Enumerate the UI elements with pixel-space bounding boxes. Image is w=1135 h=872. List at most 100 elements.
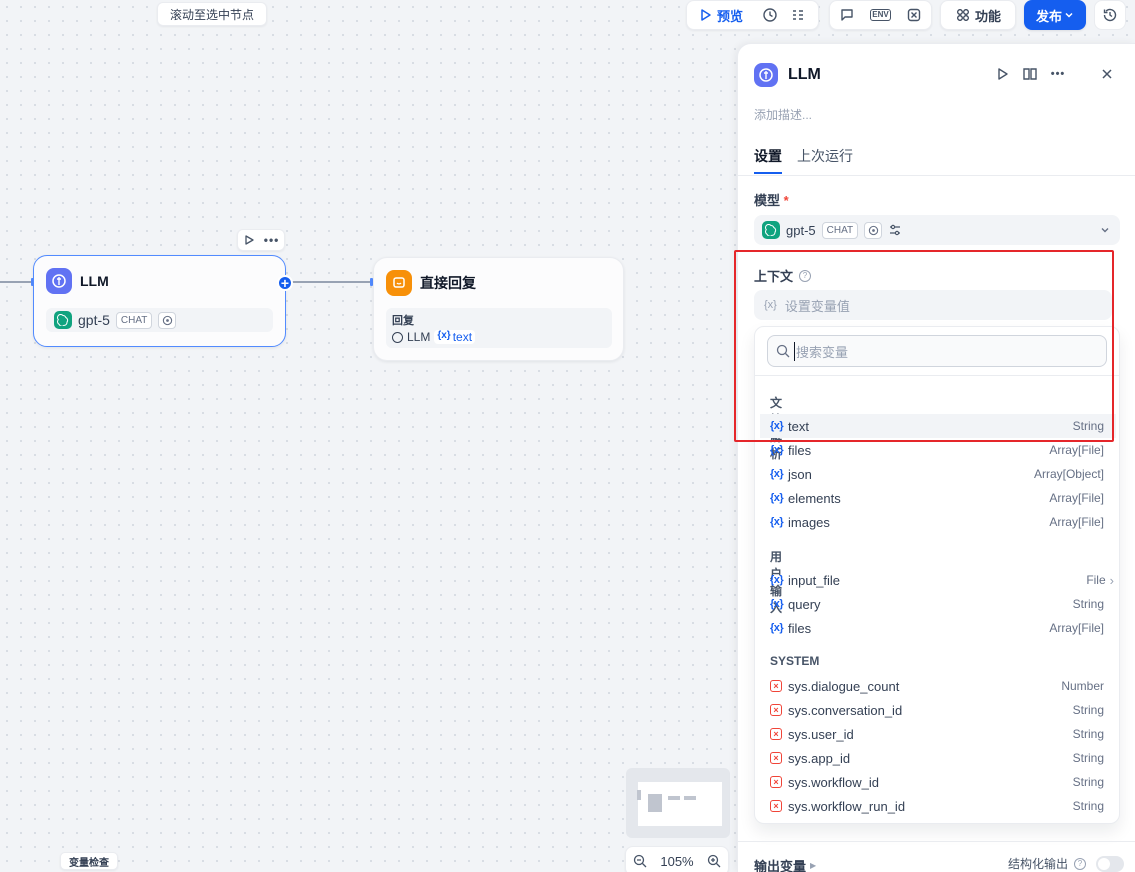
model-name: gpt-5 bbox=[786, 222, 816, 238]
llm-node-icon bbox=[46, 268, 72, 294]
variable-type: Array[File] bbox=[1049, 491, 1104, 505]
variable-item[interactable]: × sys.dialogue_count Number bbox=[760, 674, 1116, 698]
variable-item[interactable]: × sys.app_id String bbox=[760, 746, 1116, 770]
preview-button[interactable]: 预览 bbox=[691, 3, 749, 27]
variable-item[interactable]: {x} json Array[Object] bbox=[760, 462, 1116, 486]
features-button[interactable]: 功能 bbox=[940, 0, 1016, 30]
close-icon[interactable] bbox=[1096, 63, 1118, 85]
variable-name: sys.dialogue_count bbox=[788, 678, 900, 694]
description-input[interactable]: 添加描述... bbox=[754, 106, 812, 123]
minimap-node bbox=[637, 790, 641, 800]
add-next-node-icon[interactable]: + bbox=[277, 275, 293, 291]
vision-tag-icon bbox=[158, 311, 177, 329]
system-variable-icon: × bbox=[770, 752, 782, 764]
variable-type: String bbox=[1072, 775, 1104, 789]
llm-node-model-name: gpt-5 bbox=[78, 312, 110, 328]
llm-node-title: LLM bbox=[80, 273, 109, 289]
scroll-to-selected-button[interactable]: 滚动至选中节点 bbox=[157, 2, 267, 26]
model-label: 模型 bbox=[754, 193, 781, 208]
highlight-annotation bbox=[734, 250, 1114, 442]
run-step-icon[interactable] bbox=[991, 63, 1013, 85]
zoom-control: 105% bbox=[625, 846, 729, 872]
publish-label: 发布 bbox=[1035, 8, 1062, 24]
system-variable-icon: × bbox=[770, 704, 782, 716]
variable-name: sys.workflow_run_id bbox=[788, 798, 906, 814]
history-icon[interactable] bbox=[1094, 0, 1126, 30]
variable-icon: {x} bbox=[770, 622, 784, 634]
variable-name: sys.conversation_id bbox=[788, 702, 903, 718]
more-icon[interactable]: ••• bbox=[1047, 63, 1069, 85]
chat-tag: CHAT bbox=[821, 221, 859, 239]
tab-last-run[interactable]: 上次运行 bbox=[797, 146, 853, 166]
variable-item[interactable]: × sys.conversation_id String bbox=[760, 698, 1116, 722]
llm-node[interactable]: LLM gpt-5 CHAT + bbox=[33, 255, 293, 347]
answer-reply-box: 回复 LLM {x} text bbox=[386, 308, 612, 348]
output-vars-toggle[interactable]: 输出变量 ▶ bbox=[754, 856, 816, 872]
list-icon[interactable] bbox=[785, 3, 811, 27]
variable-icon: {x} bbox=[770, 468, 784, 480]
system-variable-icon: × bbox=[770, 728, 782, 740]
variable-name: json bbox=[788, 466, 812, 482]
required-mark: * bbox=[783, 193, 789, 208]
env-icon[interactable]: ENV bbox=[868, 3, 894, 27]
variable-item[interactable]: × sys.user_id String bbox=[760, 722, 1116, 746]
more-icon[interactable]: ••• bbox=[264, 233, 280, 247]
variable-item[interactable]: {x} input_file File › bbox=[760, 568, 1116, 592]
model-selector[interactable]: gpt-5 CHAT bbox=[754, 215, 1120, 245]
variable-icon: {x} bbox=[770, 598, 784, 610]
minimap-node bbox=[648, 794, 662, 812]
system-variable-icon: × bbox=[770, 680, 782, 692]
ref-var-chip: {x} text bbox=[434, 330, 476, 344]
run-node-icon[interactable] bbox=[243, 234, 255, 246]
llm-node-model: gpt-5 CHAT bbox=[46, 308, 273, 332]
variable-type: Array[Object] bbox=[1033, 467, 1104, 481]
variable-item[interactable]: {x} query String bbox=[760, 592, 1116, 616]
model-params-icon[interactable] bbox=[888, 223, 902, 237]
zoom-out-icon[interactable] bbox=[633, 854, 647, 868]
vision-tag-icon bbox=[864, 221, 883, 239]
variable-inspect-label: 变量检查 bbox=[69, 857, 109, 869]
chat-variable-icon[interactable] bbox=[834, 3, 860, 27]
global-variable-icon[interactable] bbox=[901, 3, 927, 27]
structured-output-label: 结构化输出 bbox=[1008, 857, 1069, 871]
variable-name: images bbox=[788, 514, 830, 530]
variable-item[interactable]: {x} files Array[File] bbox=[760, 616, 1116, 640]
system-variable-icon: × bbox=[770, 776, 782, 788]
structured-output-switch[interactable] bbox=[1096, 855, 1125, 872]
variable-inspect-button[interactable]: 变量检查 bbox=[60, 852, 118, 870]
minimap-node bbox=[668, 796, 680, 800]
ref-node-name: LLM bbox=[407, 330, 431, 344]
variable-name: input_file bbox=[788, 572, 841, 588]
variable-item[interactable]: {x} images Array[File] bbox=[760, 510, 1116, 534]
answer-node[interactable]: 直接回复 回复 LLM {x} text bbox=[373, 257, 624, 361]
variable-group-title: SYSTEM bbox=[770, 654, 820, 668]
variable-type: Array[File] bbox=[1049, 515, 1104, 529]
ref-var-name: text bbox=[452, 330, 473, 344]
zoom-in-icon[interactable] bbox=[707, 854, 721, 868]
chevron-down-icon bbox=[1065, 12, 1073, 18]
variable-item[interactable]: × sys.workflow_run_id String bbox=[760, 794, 1116, 818]
help-book-icon[interactable] bbox=[1019, 63, 1041, 85]
checklist-icon[interactable] bbox=[757, 3, 783, 27]
minimap[interactable] bbox=[626, 768, 730, 838]
scroll-to-selected-label: 滚动至选中节点 bbox=[169, 7, 254, 22]
variable-item[interactable]: × sys.workflow_id String bbox=[760, 770, 1116, 794]
variable-type: Number bbox=[1061, 679, 1104, 693]
variable-icon: {x} bbox=[437, 330, 451, 341]
publish-button[interactable]: 发布 bbox=[1024, 0, 1086, 30]
features-icon bbox=[957, 9, 969, 21]
help-icon[interactable]: ? bbox=[1074, 857, 1087, 870]
variable-name: elements bbox=[788, 490, 841, 506]
zoom-level[interactable]: 105% bbox=[660, 854, 693, 869]
variable-icon: {x} bbox=[770, 574, 784, 586]
variable-name: files bbox=[788, 620, 812, 636]
reply-label: 回复 bbox=[392, 315, 414, 327]
variable-icon: {x} bbox=[770, 444, 784, 456]
answer-node-icon bbox=[386, 270, 412, 296]
tab-settings[interactable]: 设置 bbox=[754, 146, 782, 174]
variable-item[interactable]: {x} elements Array[File] bbox=[760, 486, 1116, 510]
variable-type: Array[File] bbox=[1049, 621, 1104, 635]
chevron-right-icon: › bbox=[1109, 572, 1114, 588]
play-icon bbox=[701, 9, 711, 21]
panel-title[interactable]: LLM bbox=[788, 66, 821, 84]
